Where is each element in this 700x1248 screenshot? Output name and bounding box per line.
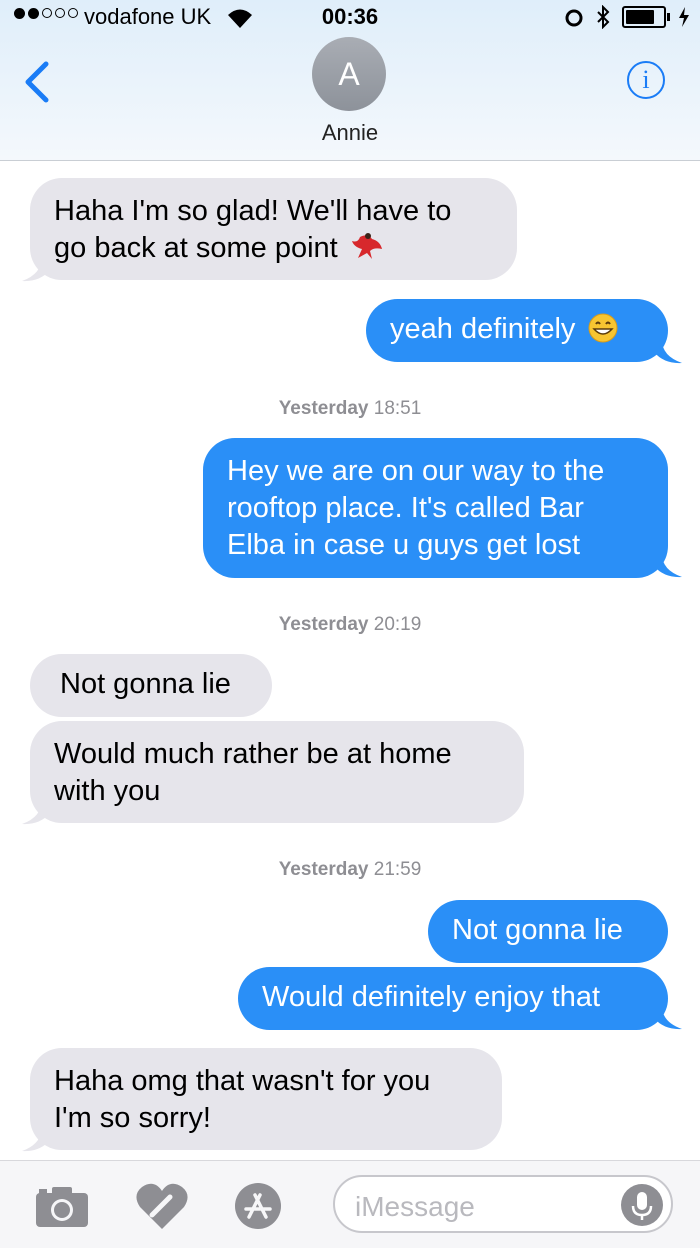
message-line: Not gonna lie <box>60 668 231 700</box>
grin-emoji <box>588 313 618 343</box>
bubble-tail <box>22 256 50 282</box>
timestamp-day: Yesterday <box>278 859 369 880</box>
charging-bolt-icon <box>679 7 689 27</box>
message-line: Hey we are on our way to the <box>227 455 605 487</box>
bluetooth-icon <box>597 5 610 29</box>
timestamp: Yesterday 21:59 <box>0 859 700 881</box>
message-line: Haha I'm so glad! We'll have to <box>54 195 452 227</box>
bubble-tail <box>22 1126 50 1152</box>
message-line: Would definitely enjoy that <box>262 981 601 1013</box>
sent-message-bubble[interactable]: Hey we are on our way to the rooftop pla… <box>203 438 668 578</box>
received-message-bubble[interactable]: Would much rather be at home with you <box>30 721 524 823</box>
message-line: Haha omg that wasn't for you <box>54 1065 431 1097</box>
dancer-emoji <box>351 233 382 259</box>
bubble-tail <box>654 554 682 578</box>
digital-touch-icon[interactable] <box>134 1181 190 1231</box>
info-icon[interactable]: i <box>627 61 665 99</box>
contact-name[interactable]: Annie <box>0 120 700 146</box>
app-store-icon[interactable] <box>233 1181 283 1231</box>
imessage-placeholder: iMessage <box>355 1191 475 1222</box>
sent-message-bubble[interactable]: Not gonna lie <box>428 900 668 963</box>
message-line: Not gonna lie <box>452 914 623 946</box>
received-message-bubble[interactable]: Haha omg that wasn't for you I'm so sorr… <box>30 1048 502 1150</box>
message-line: with you <box>54 775 161 807</box>
battery-icon <box>622 6 670 28</box>
timestamp: Yesterday 20:19 <box>0 614 700 636</box>
sent-message-bubble[interactable]: yeah definitely <box>366 299 668 362</box>
contact-avatar[interactable]: A <box>312 37 386 111</box>
sent-message-bubble[interactable]: Would definitely enjoy that <box>238 967 668 1030</box>
received-message-bubble[interactable]: Not gonna lie <box>30 654 272 717</box>
conversation-header: vodafone UK 00:36 A Annie i <box>0 0 700 161</box>
timestamp-time: 21:59 <box>373 859 422 880</box>
avatar-initial: A <box>338 55 360 92</box>
message-line: yeah definitely <box>390 313 576 345</box>
message-line: rooftop place. It's called Bar <box>227 492 584 524</box>
message-line: Elba in case u guys get lost <box>227 529 581 561</box>
bubble-tail <box>654 340 682 364</box>
timestamp-day: Yesterday <box>278 398 369 419</box>
timestamp-time: 18:51 <box>373 398 422 419</box>
message-line: I'm so sorry! <box>54 1102 211 1134</box>
status-bar: vodafone UK 00:36 <box>0 0 700 38</box>
camera-icon[interactable] <box>34 1185 90 1229</box>
timestamp: Yesterday 18:51 <box>0 398 700 420</box>
alarm-icon <box>565 9 583 27</box>
microphone-icon[interactable] <box>621 1184 663 1226</box>
timestamp-day: Yesterday <box>278 614 369 635</box>
message-line: go back at some point <box>54 232 338 264</box>
received-message-bubble[interactable]: Haha I'm so glad! We'll have to go back … <box>30 178 517 280</box>
bubble-tail <box>654 1006 682 1030</box>
back-chevron-icon[interactable] <box>20 60 56 104</box>
message-line: Would much rather be at home <box>54 738 452 770</box>
timestamp-time: 20:19 <box>373 614 422 635</box>
compose-bar: iMessage <box>0 1160 700 1248</box>
bubble-tail <box>22 799 50 825</box>
imessage-input[interactable]: iMessage <box>333 1175 673 1233</box>
